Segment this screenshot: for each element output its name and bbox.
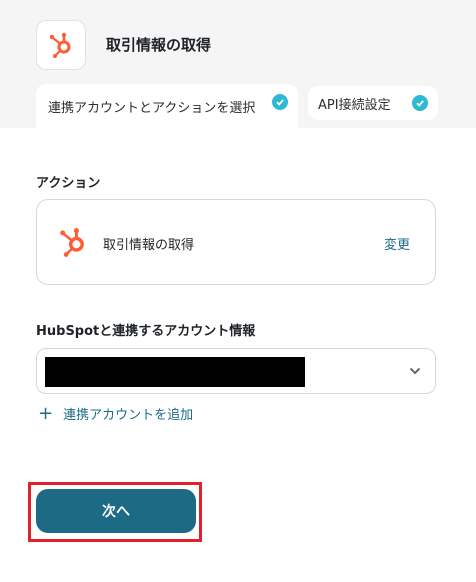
app-icon-box <box>36 20 86 70</box>
check-icon <box>272 94 288 110</box>
tab-label: API接続設定 <box>318 97 391 113</box>
add-account-link[interactable]: + 連携アカウントを追加 <box>38 404 193 423</box>
tab-label: 連携アカウントとアクションを選択 <box>48 100 256 116</box>
account-select[interactable] <box>36 348 436 394</box>
account-section-label: HubSpotと連携するアカウント情報 <box>36 324 256 339</box>
page-title: 取引情報の取得 <box>106 36 212 54</box>
tab-api-settings[interactable]: API接続設定 <box>308 86 438 120</box>
header-area: 取引情報の取得 連携アカウントとアクションを選択 API接続設定 <box>0 0 476 128</box>
plus-icon: + <box>38 402 54 424</box>
hubspot-icon <box>60 228 84 257</box>
action-name: 取引情報の取得 <box>103 238 195 253</box>
change-action-link[interactable]: 変更 <box>384 234 410 253</box>
action-section-label: アクション <box>36 176 101 191</box>
redacted-account-value <box>45 357 305 387</box>
check-icon <box>412 95 428 111</box>
action-card: 取引情報の取得 変更 <box>36 199 436 285</box>
add-account-label: 連携アカウントを追加 <box>63 408 194 423</box>
next-button[interactable]: 次へ <box>36 489 196 533</box>
chevron-down-icon <box>409 367 421 375</box>
hubspot-icon <box>49 32 71 58</box>
tab-account-action[interactable]: 連携アカウントとアクションを選択 <box>36 84 298 128</box>
